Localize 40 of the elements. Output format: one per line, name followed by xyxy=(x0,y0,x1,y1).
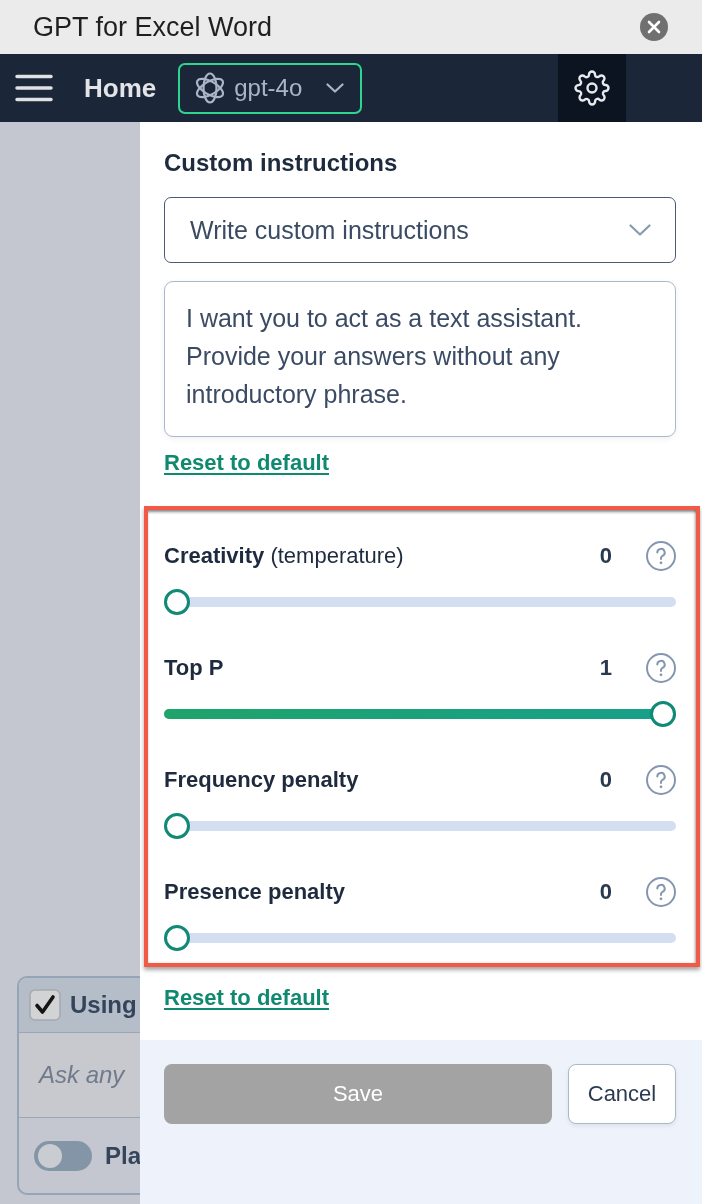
slider-value: 0 xyxy=(599,767,612,793)
help-icon[interactable] xyxy=(646,765,676,795)
toggle-switch[interactable] xyxy=(34,1140,92,1171)
settings-icon xyxy=(574,70,610,106)
atom-icon xyxy=(194,72,227,104)
reset-link[interactable]: Reset to default xyxy=(164,449,330,477)
slider-thumb[interactable] xyxy=(164,813,190,839)
close-icon[interactable] xyxy=(640,13,668,41)
model-dropdown[interactable]: gpt-4o xyxy=(178,62,363,114)
slider-value: 0 xyxy=(599,543,612,569)
instructions-textarea[interactable]: I want you to act as a text assistant. Provide your answers without any introductory phrase. xyxy=(164,281,676,437)
section-heading: Custom instructions xyxy=(164,148,399,178)
slider-thumb[interactable] xyxy=(164,589,190,615)
help-icon[interactable] xyxy=(646,877,676,907)
slider-label: Frequency penalty xyxy=(164,767,360,793)
slider-label: Presence penalty xyxy=(164,879,346,905)
slider-track[interactable] xyxy=(164,701,676,727)
checkbox[interactable] xyxy=(29,989,61,1021)
slider-value: 1 xyxy=(599,655,612,681)
chevron-down-icon xyxy=(326,83,345,93)
reset-link[interactable]: Reset to default xyxy=(164,984,330,1012)
dropdown-value: Write custom instructions xyxy=(190,215,469,245)
help-icon[interactable] xyxy=(646,541,676,571)
cancel-button[interactable]: Cancel xyxy=(568,1064,676,1124)
chevron-down-icon xyxy=(629,224,651,236)
slider-thumb[interactable] xyxy=(164,925,190,951)
slider-thumb[interactable] xyxy=(650,701,676,727)
slider-track[interactable] xyxy=(164,925,676,951)
slider-track[interactable] xyxy=(164,589,676,615)
menu-icon[interactable] xyxy=(15,74,53,102)
checkbox-label: Using xyxy=(70,991,137,1019)
settings-button[interactable] xyxy=(558,54,626,122)
instructions-dropdown[interactable]: Write custom instructions xyxy=(164,197,676,263)
page-title: Home xyxy=(84,72,157,104)
slider-track[interactable] xyxy=(164,813,676,839)
window-title: GPT for Excel Word xyxy=(33,11,273,43)
slider-value: 0 xyxy=(599,879,612,905)
help-icon[interactable] xyxy=(646,653,676,683)
slider-label: Creativity (temperature) xyxy=(164,543,405,569)
slider-label: Top P xyxy=(164,655,225,681)
